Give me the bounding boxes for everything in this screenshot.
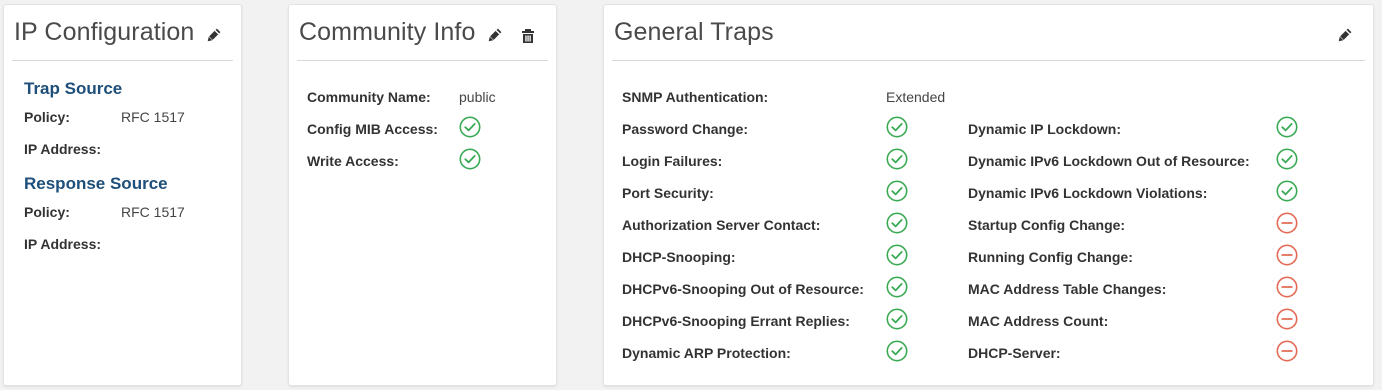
community-info-title: Community Info xyxy=(299,18,476,46)
trap-label: Running Config Change: xyxy=(968,249,1133,265)
trap-label: Dynamic IP Lockdown: xyxy=(968,121,1121,137)
trap-label: Dynamic IPv6 Lockdown Violations: xyxy=(968,185,1208,201)
trap-label: Login Failures: xyxy=(622,153,723,169)
trap-label: MAC Address Count: xyxy=(968,313,1109,329)
minus-circle-icon xyxy=(1276,340,1298,362)
check-circle-icon xyxy=(459,116,481,138)
trap-source-ip-label: IP Address: xyxy=(24,141,102,157)
check-circle-icon xyxy=(1276,180,1298,202)
trap-label: DHCPv6-Snooping Out of Resource: xyxy=(622,281,864,297)
minus-circle-icon xyxy=(1276,212,1298,234)
check-circle-icon xyxy=(1276,116,1298,138)
check-circle-icon xyxy=(886,276,908,298)
general-traps-title: General Traps xyxy=(614,18,774,46)
community-info-card: Community Info Community Name: public Co… xyxy=(288,4,557,386)
community-info-header: Community Info xyxy=(297,5,548,61)
trap-source-policy-label: Policy: xyxy=(24,109,70,125)
trap-source-heading: Trap Source xyxy=(24,79,123,98)
snmp-authentication-value: Extended xyxy=(886,89,946,105)
general-traps-card: General Traps SNMP Authentication: Exten… xyxy=(603,4,1374,386)
check-circle-icon xyxy=(886,148,908,170)
trap-label: DHCPv6-Snooping Errant Replies: xyxy=(622,313,850,329)
ip-configuration-title: IP Configuration xyxy=(14,18,195,46)
community-name-label: Community Name: xyxy=(307,89,431,105)
trap-label: DHCP-Snooping: xyxy=(622,249,736,265)
check-circle-icon xyxy=(886,340,908,362)
pencil-icon[interactable] xyxy=(204,27,222,45)
snmp-authentication-label: SNMP Authentication: xyxy=(622,89,769,105)
check-circle-icon xyxy=(886,180,908,202)
trap-source-policy-value: RFC 1517 xyxy=(121,109,185,125)
community-name-value: public xyxy=(459,89,496,105)
trap-label: MAC Address Table Changes: xyxy=(968,281,1167,297)
pencil-icon[interactable] xyxy=(1335,27,1353,45)
general-traps-header: General Traps xyxy=(612,5,1365,61)
trap-label: Port Security: xyxy=(622,185,714,201)
ip-configuration-header: IP Configuration xyxy=(12,5,233,61)
trap-label: Authorization Server Contact: xyxy=(622,217,821,233)
check-circle-icon xyxy=(886,308,908,330)
response-source-ip-label: IP Address: xyxy=(24,236,102,252)
check-circle-icon xyxy=(886,212,908,234)
check-circle-icon xyxy=(886,244,908,266)
minus-circle-icon xyxy=(1276,276,1298,298)
trap-label: Password Change: xyxy=(622,121,749,137)
check-circle-icon xyxy=(1276,148,1298,170)
minus-circle-icon xyxy=(1276,244,1298,266)
minus-circle-icon xyxy=(1276,308,1298,330)
ip-configuration-card: IP Configuration Trap Source Policy: RFC… xyxy=(3,4,242,386)
config-mib-access-label: Config MIB Access: xyxy=(307,121,438,137)
response-source-heading: Response Source xyxy=(24,174,168,193)
response-source-policy-label: Policy: xyxy=(24,204,70,220)
trap-label: DHCP-Server: xyxy=(968,345,1061,361)
write-access-label: Write Access: xyxy=(307,153,399,169)
check-circle-icon xyxy=(459,148,481,170)
trap-label: Startup Config Change: xyxy=(968,217,1126,233)
trap-label: Dynamic ARP Protection: xyxy=(622,345,791,361)
check-circle-icon xyxy=(886,116,908,138)
trap-label: Dynamic IPv6 Lockdown Out of Resource: xyxy=(968,153,1250,169)
pencil-icon[interactable] xyxy=(485,27,503,45)
trash-icon[interactable] xyxy=(519,27,537,45)
response-source-policy-value: RFC 1517 xyxy=(121,204,185,220)
